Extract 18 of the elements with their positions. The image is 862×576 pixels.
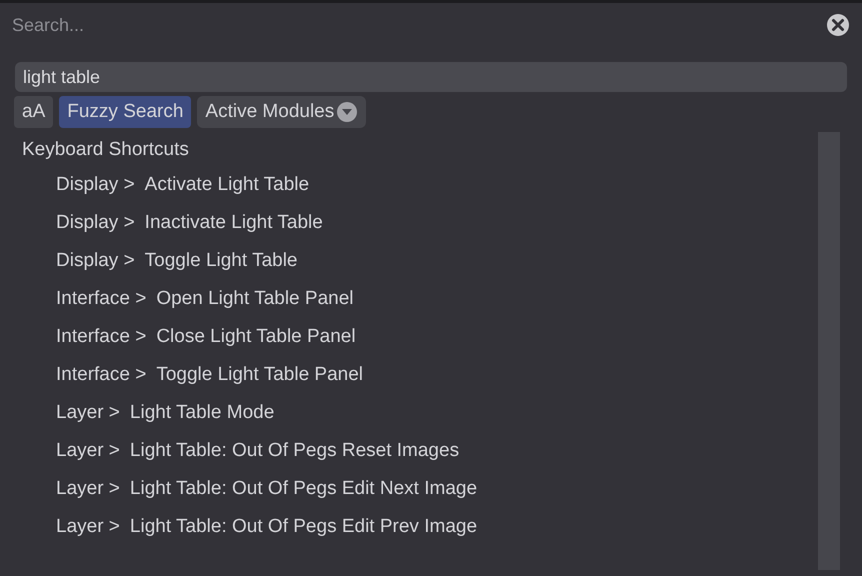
toggle-button[interactable]: Fuzzy Search (59, 96, 192, 128)
section-heading: Keyboard Shortcuts (22, 138, 190, 162)
shortcut-item[interactable]: Layer > Light Table: Out Of Pegs Edit Prev Image (56, 508, 478, 546)
shortcut-item[interactable]: Display > Toggle Light Table (56, 242, 298, 280)
shortcut-item[interactable]: Interface > Open Light Table Panel (56, 280, 354, 318)
toggle-button[interactable]: aA (14, 96, 54, 128)
shortcut-item[interactable]: Layer > Light Table: Out Of Pegs Edit Next Image (56, 470, 478, 508)
close-icon[interactable] (826, 13, 850, 37)
shortcut-item[interactable]: Display > Activate Light Table (56, 166, 310, 204)
shortcut-item[interactable]: Layer > Light Table Mode (56, 394, 274, 432)
shortcut-item[interactable]: Display > Inactivate Light Table (56, 204, 323, 242)
shortcut-item[interactable]: Interface > Toggle Light Table Panel (56, 356, 364, 394)
dropdown-button[interactable]: Active Modules (197, 96, 366, 128)
query-field[interactable]: light table (15, 62, 847, 92)
shortcut-item[interactable]: Interface > Close Light Table Panel (56, 318, 356, 356)
search-field[interactable]: Search... (12, 12, 826, 38)
shortcut-item[interactable]: Layer > Light Table: Out Of Pegs Reset Images (56, 432, 460, 470)
caret-icon (336, 101, 358, 123)
